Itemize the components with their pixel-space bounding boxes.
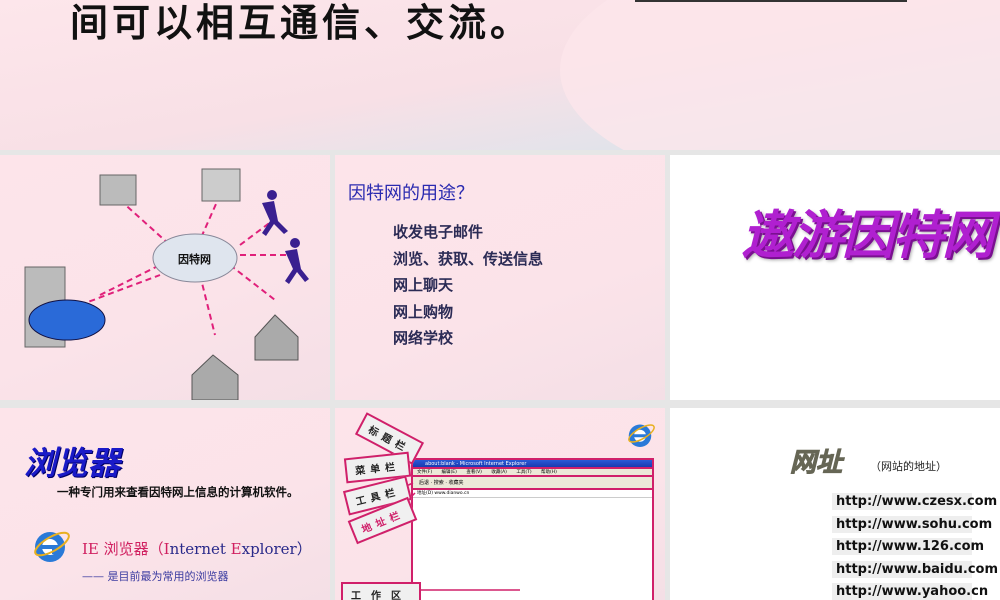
slide-heading: 网址 — [789, 448, 843, 479]
building-icon — [201, 168, 241, 202]
divider — [635, 0, 907, 2]
building-icon — [99, 174, 137, 206]
url-item: http://www.baidu.com — [832, 560, 998, 578]
slide-network-diagram[interactable]: 因特网 — [0, 155, 330, 400]
url-list: http://www.czesx.com http://www.sohu.com… — [832, 493, 998, 600]
url-item: http://www.sohu.com — [832, 515, 992, 533]
ie-xplorer: xplorer） — [241, 540, 312, 558]
list-item: 浏览、获取、传送信息 — [393, 249, 544, 268]
network-diagram — [24, 168, 309, 400]
house-icon — [254, 314, 299, 361]
slide-urls[interactable]: 网址 （网站的地址） http://www.czesx.com http://w… — [670, 408, 1000, 600]
list-item: 网上购物 — [393, 302, 454, 321]
browser-description: 一种专门用来查看因特网上信息的计算机软件。 — [57, 485, 299, 499]
list-item: 收发电子邮件 — [393, 223, 484, 241]
ie-e: E — [230, 540, 242, 558]
url-item: http://www.126.com — [832, 538, 984, 555]
slide-browser[interactable]: 浏览器 一种专门用来查看因特网上信息的计算机软件。 IE 浏览器（Interne… — [0, 408, 330, 600]
ie-nternet: nternet — [169, 540, 231, 558]
ie-browser-name: IE 浏览器（Internet Explorer） — [82, 538, 312, 559]
slide-top[interactable]: 间可以相互通信、交流。 — [0, 0, 1000, 150]
url-item: http://www.yahoo.cn — [832, 583, 988, 600]
slide-heading: 因特网的用途？ — [348, 183, 474, 204]
list-item: 网上聊天 — [393, 276, 454, 294]
house-icon — [191, 354, 239, 400]
uses-list: 收发电子邮件 浏览、获取、传送信息 网上聊天 网上购物 网络学校 — [393, 221, 543, 354]
slide-text: 间可以相互通信、交流。 — [70, 0, 533, 45]
browser-subtitle: —— 是目前最为常用的浏览器 — [82, 570, 229, 583]
slide-heading: 遨游因特网 — [742, 206, 994, 266]
cloud-label: 因特网 — [178, 253, 211, 266]
ie-prefix: IE 浏览器（ — [82, 540, 164, 558]
list-item: 网络学校 — [393, 329, 454, 347]
url-item: http://www.czesx.com — [832, 493, 997, 510]
ie-logo-icon — [34, 531, 70, 562]
background-wave — [560, 0, 1000, 150]
label-work-area: 工作区 — [341, 582, 421, 600]
slide-title[interactable]: 遨游因特网 — [670, 155, 1000, 400]
router-icon — [28, 299, 106, 341]
slide-ie-window-parts[interactable]: about:blank - Microsoft Internet Explore… — [335, 408, 665, 600]
slide-internet-uses[interactable]: 因特网的用途？ 收发电子邮件 浏览、获取、传送信息 网上聊天 网上购物 网络学校 — [335, 155, 665, 400]
slide-subtitle: （网站的地址） — [870, 460, 947, 473]
slide-heading: 浏览器 — [24, 444, 121, 482]
